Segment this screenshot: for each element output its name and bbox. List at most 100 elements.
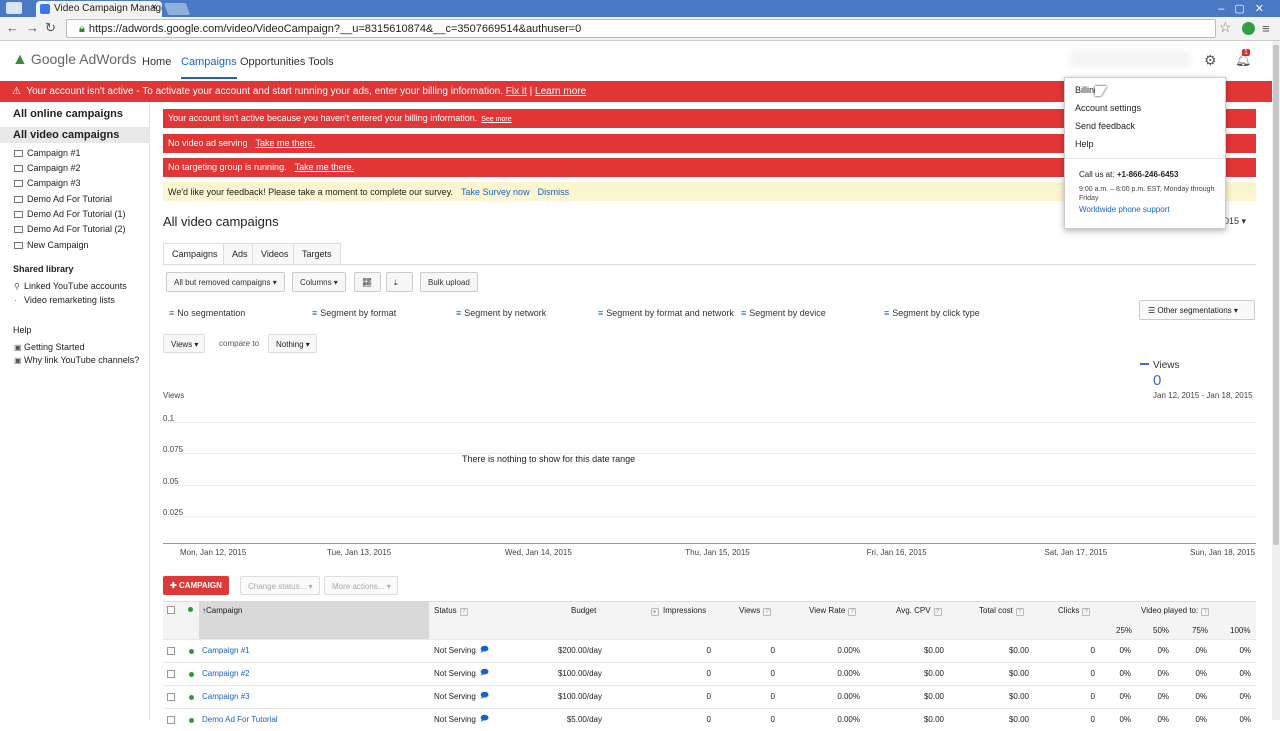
col-status[interactable]: Status? (434, 606, 468, 616)
segment-device[interactable]: ≡ Segment by device (741, 308, 826, 318)
nav-opportunities[interactable]: Opportunities (240, 56, 305, 68)
col-avg-cpv[interactable]: Avg. CPV? (896, 606, 942, 616)
see-more-link[interactable]: See more (481, 116, 511, 123)
learn-more-link[interactable]: Learn more (535, 86, 586, 97)
sidebar-item-campaign-3[interactable]: Campaign #3 (14, 178, 81, 188)
sidebar-all-video[interactable]: All video campaigns (0, 127, 149, 143)
nav-home[interactable]: Home (142, 56, 171, 68)
chart-toggle-icon[interactable]: 📈︎ (354, 272, 381, 292)
menu-item-help[interactable]: Help (1075, 139, 1094, 149)
row-checkbox[interactable] (167, 647, 175, 655)
tab-close-icon[interactable]: × (151, 2, 157, 13)
sidebar-item-demo-1[interactable]: Demo Ad For Tutorial (1) (14, 209, 126, 219)
tab-campaigns[interactable]: Campaigns (163, 243, 227, 264)
help-icon[interactable]: ? (1082, 608, 1091, 616)
compare-dropdown[interactable]: Nothing ▾ (268, 334, 317, 353)
col-budget[interactable]: Budget (571, 606, 596, 615)
sidebar-item-demo[interactable]: Demo Ad For Tutorial (14, 194, 112, 204)
fix-it-link[interactable]: Fix it (506, 86, 527, 97)
other-segmentations-dropdown[interactable]: ☰ Other segmentations ▾ (1139, 300, 1255, 320)
sidebar-remarketing-lists[interactable]: · Video remarketing lists (14, 295, 115, 305)
help-icon[interactable]: ? (763, 608, 772, 616)
column-toggle-icon[interactable]: ▸ (651, 608, 659, 616)
sidebar-item-demo-2[interactable]: Demo Ad For Tutorial (2) (14, 224, 126, 234)
browser-tab[interactable]: Video Campaign Manage × (36, 1, 162, 17)
segment-network[interactable]: ≡ Segment by network (456, 308, 546, 318)
change-status-dropdown[interactable]: Change status... ▾ (240, 576, 320, 595)
scrollbar-thumb[interactable] (1273, 45, 1279, 545)
status-details-icon[interactable]: 🗩︎ (480, 713, 489, 727)
forward-icon[interactable]: → (26, 20, 39, 35)
col-clicks[interactable]: Clicks? (1058, 606, 1091, 616)
tab-videos[interactable]: Videos (252, 243, 298, 264)
browser-menu-icon[interactable]: ≡ (1262, 21, 1270, 36)
segment-format[interactable]: ≡ Segment by format (312, 308, 396, 318)
columns-dropdown[interactable]: Columns ▾ (292, 272, 346, 292)
back-icon[interactable]: ← (6, 20, 19, 35)
new-tab-button[interactable] (163, 3, 191, 15)
extension-icon[interactable] (1242, 22, 1255, 35)
segment-format-network[interactable]: ≡ Segment by format and network (598, 308, 734, 318)
more-actions-dropdown[interactable]: More actions... ▾ (324, 576, 398, 595)
select-all-checkbox[interactable] (167, 606, 175, 614)
status-details-icon[interactable]: 🗩︎ (480, 690, 489, 704)
status-dot-icon[interactable] (189, 672, 194, 677)
sidebar-linked-youtube[interactable]: ⚲ Linked YouTube accounts (14, 281, 127, 291)
adwords-logo[interactable]: ▲ Google AdWords (12, 51, 136, 69)
window-controls[interactable]: –▢✕ (1218, 2, 1274, 15)
help-icon[interactable]: ? (459, 608, 468, 616)
bookmark-star-icon[interactable]: ☆ (1219, 19, 1232, 36)
download-icon[interactable]: ⤓ (386, 272, 413, 292)
browser-app-icon[interactable] (6, 2, 22, 14)
sidebar-getting-started[interactable]: ▣ Getting Started (14, 342, 85, 352)
sidebar-all-online[interactable]: All online campaigns (13, 108, 123, 120)
help-icon[interactable]: ? (1015, 608, 1024, 616)
tab-targets[interactable]: Targets (293, 243, 341, 264)
status-details-icon[interactable]: 🗩︎ (480, 667, 489, 681)
row-checkbox[interactable] (167, 716, 175, 724)
col-impressions[interactable]: ▸ Impressions (651, 606, 706, 616)
no-ad-take-me-link[interactable]: Take me there. (256, 138, 316, 148)
campaign-name-cell[interactable]: Campaign #3 (202, 692, 250, 701)
nav-tools[interactable]: Tools (308, 56, 334, 68)
campaign-filter-dropdown[interactable]: All but removed campaigns ▾ (166, 272, 285, 292)
dismiss-link[interactable]: Dismiss (538, 187, 570, 197)
campaign-name-cell[interactable]: Campaign #1 (202, 646, 250, 655)
sidebar-why-link[interactable]: ▣ Why link YouTube channels? (14, 355, 139, 365)
segment-none[interactable]: ≡ No segmentation (169, 308, 245, 318)
url-field[interactable]: 🔒︎ https://adwords.google.com/video/Video… (66, 19, 1216, 38)
add-campaign-button[interactable]: ✚ CAMPAIGN (163, 576, 229, 595)
worldwide-support-link[interactable]: Worldwide phone support (1079, 205, 1170, 214)
status-dot-icon[interactable] (189, 718, 194, 723)
campaign-name-cell[interactable]: Campaign #2 (202, 669, 250, 678)
nav-campaigns[interactable]: Campaigns (181, 56, 237, 79)
status-details-icon[interactable]: 🗩︎ (480, 644, 489, 658)
no-target-take-me-link[interactable]: Take me there. (295, 162, 355, 172)
col-views[interactable]: Views? (739, 606, 772, 616)
sidebar-item-campaign-1[interactable]: Campaign #1 (14, 148, 81, 158)
row-checkbox[interactable] (167, 693, 175, 701)
reload-icon[interactable]: ↻ (45, 20, 56, 36)
sidebar-item-campaign-2[interactable]: Campaign #2 (14, 163, 81, 173)
help-icon[interactable]: ? (848, 608, 857, 616)
status-dot-icon[interactable] (189, 695, 194, 700)
gear-icon[interactable]: ⚙ (1204, 52, 1217, 69)
menu-item-account-settings[interactable]: Account settings (1075, 103, 1141, 113)
take-survey-link[interactable]: Take Survey now (461, 187, 530, 197)
row-checkbox[interactable] (167, 670, 175, 678)
col-video-played[interactable]: Video played to:? (1141, 606, 1210, 616)
col-total-cost[interactable]: Total cost? (979, 606, 1024, 616)
col-campaign[interactable]: ↑Campaign (202, 606, 242, 615)
menu-item-send-feedback[interactable]: Send feedback (1075, 121, 1135, 131)
account-name-blurred[interactable] (1070, 51, 1190, 67)
status-dot-icon[interactable] (189, 649, 194, 654)
page-scrollbar[interactable] (1272, 41, 1280, 720)
col-view-rate[interactable]: View Rate? (809, 606, 857, 616)
bulk-upload-button[interactable]: Bulk upload (420, 272, 478, 292)
metric-dropdown[interactable]: Views ▾ (163, 334, 206, 353)
sidebar-item-new-campaign[interactable]: New Campaign (14, 240, 89, 250)
notification-bell-icon[interactable]: 🔔︎ 1 (1235, 49, 1252, 68)
help-icon[interactable]: ? (1201, 608, 1210, 616)
segment-click-type[interactable]: ≡ Segment by click type (884, 308, 980, 318)
help-icon[interactable]: ? (933, 608, 942, 616)
